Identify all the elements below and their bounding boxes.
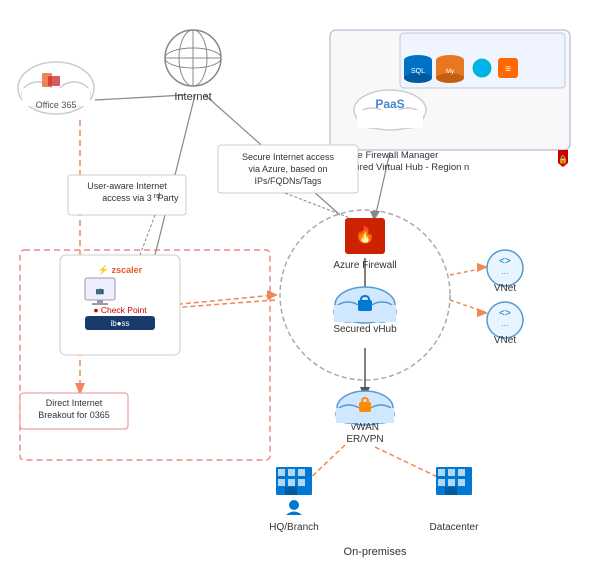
svg-text:Azure Firewall: Azure Firewall [333,260,396,271]
svg-text:PaaS: PaaS [375,97,404,111]
svg-text:access via 3: access via 3 [102,193,152,203]
svg-text:HQ/Branch: HQ/Branch [269,522,318,533]
svg-text:⚡ zscaler: ⚡ zscaler [98,264,143,276]
svg-text:Direct Internet: Direct Internet [46,398,103,408]
svg-text:SQL: SQL [411,68,425,75]
svg-text:● Check Point: ● Check Point [93,305,147,315]
svg-text:vWAN: vWAN [351,422,379,433]
svg-text:via Azure, based on: via Azure, based on [248,164,327,174]
svg-text:<>: <> [499,308,511,319]
svg-text:···: ··· [501,321,509,330]
svg-text:User-aware Internet: User-aware Internet [87,181,167,191]
svg-text:Office 365: Office 365 [36,100,77,110]
svg-text:≡: ≡ [505,64,511,75]
svg-text:<>: <> [499,256,511,267]
svg-text:🌐: 🌐 [476,63,487,74]
svg-text:On-premises: On-premises [344,546,407,558]
svg-text:IPs/FQDNs/Tags: IPs/FQDNs/Tags [254,176,322,186]
svg-text:VNet: VNet [494,283,516,294]
svg-text:🔒: 🔒 [558,155,568,164]
svg-text:Secure Internet access: Secure Internet access [242,152,335,162]
diagram: Office 365 Internet PaaS SQL [0,0,600,583]
svg-text:🔥: 🔥 [355,225,375,244]
svg-text:Datacenter: Datacenter [430,522,480,533]
svg-text:Breakout for 0365: Breakout for 0365 [38,410,110,420]
svg-text:ER/VPN: ER/VPN [346,434,383,445]
svg-text:Secured vHub: Secured vHub [333,324,397,335]
svg-text:Party: Party [157,193,179,203]
svg-text:📺: 📺 [96,287,105,295]
svg-text:ib●ss: ib●ss [110,319,129,328]
svg-text:VNet: VNet [494,335,516,346]
svg-text:···: ··· [501,269,509,278]
svg-text:Internet: Internet [174,91,211,103]
svg-text:My: My [446,69,454,75]
